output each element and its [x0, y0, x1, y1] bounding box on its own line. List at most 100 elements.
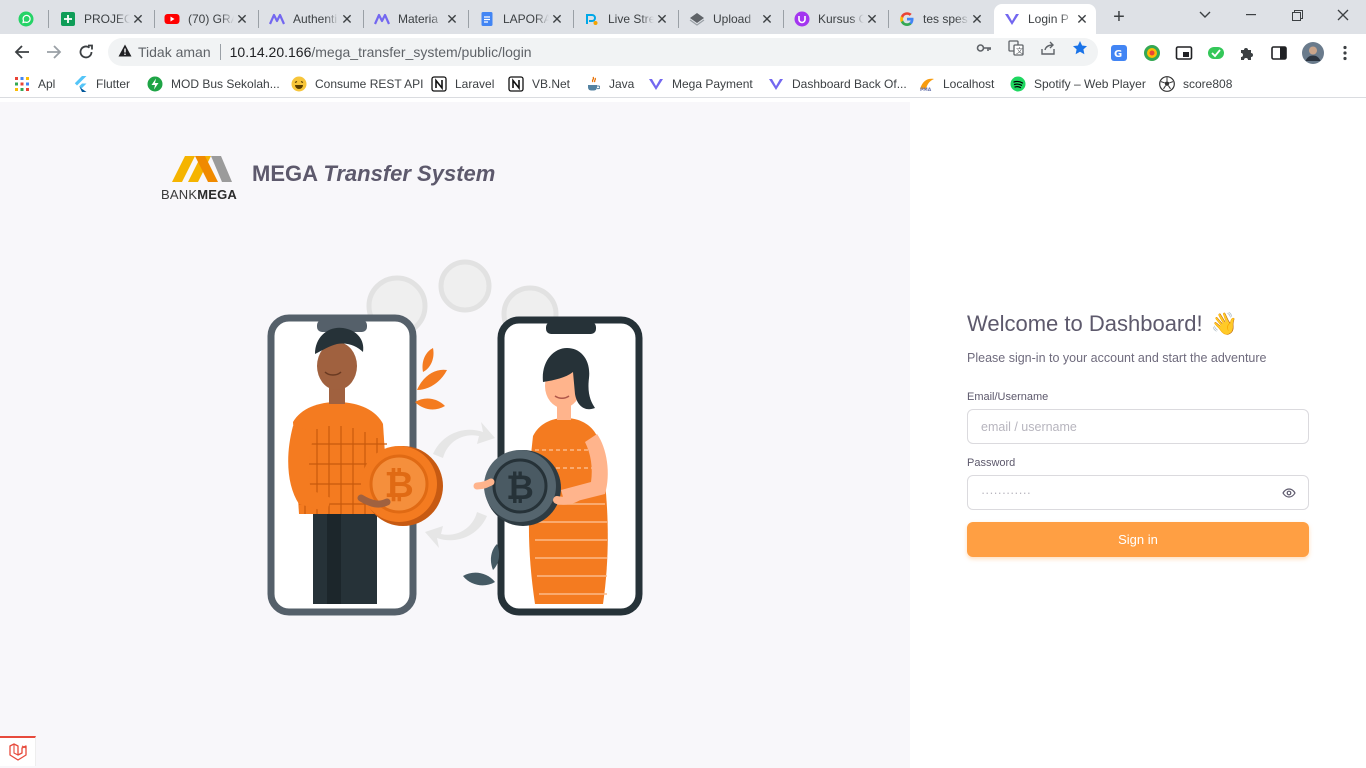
laravel-debugbar-toggle[interactable] — [0, 736, 36, 766]
close-icon[interactable]: ✕ — [1074, 11, 1090, 27]
tab-label: (70) GRA — [188, 12, 234, 26]
laravel-icon — [8, 743, 27, 761]
mega-logo-icon — [269, 11, 285, 27]
tab-label: PROJECT — [84, 12, 130, 26]
spotify-icon — [1010, 76, 1026, 92]
browser-toolbar: Tidak aman 10.14.20.166/mega_transfer_sy… — [0, 34, 1366, 70]
bookmark-consume-rest-api[interactable]: Consume REST API — [291, 75, 424, 93]
bookmark-mega-payment[interactable]: Mega Payment — [648, 75, 753, 93]
tab-whatsapp[interactable] — [8, 4, 46, 34]
close-icon[interactable]: ✕ — [549, 11, 565, 27]
chrome-color-extension-icon[interactable] — [1143, 44, 1161, 62]
bookmark-apps[interactable]: Apl — [14, 75, 55, 93]
tab-materia[interactable]: Materia ✕ — [364, 4, 466, 34]
password-label: Password — [967, 457, 1016, 469]
sign-in-button[interactable]: Sign in — [967, 522, 1309, 557]
tab-laporan[interactable]: LAPORAN ✕ — [469, 4, 571, 34]
profile-avatar[interactable] — [1302, 42, 1324, 64]
google-icon — [899, 11, 915, 27]
tab-project[interactable]: PROJECT ✕ — [50, 4, 152, 34]
address-bar[interactable]: Tidak aman 10.14.20.166/mega_transfer_sy… — [108, 38, 1098, 66]
crypto-transfer-illustration: ₿ ₿ — [267, 259, 643, 616]
bookmark-dashboard-back-office[interactable]: Dashboard Back Of... — [768, 75, 907, 93]
bookmark-label: Spotify – Web Player — [1034, 77, 1146, 91]
tab-upload[interactable]: Upload ✕ — [679, 4, 781, 34]
logo-wordmark: BANKMEGA — [161, 187, 237, 202]
close-icon[interactable]: ✕ — [130, 11, 146, 27]
url-path: /mega_transfer_system/public/login — [311, 44, 532, 60]
bookmark-laravel[interactable]: Laravel — [431, 75, 494, 93]
bookmark-label: Flutter — [96, 77, 131, 91]
bookmark-localhost[interactable]: PMA Localhost — [919, 75, 994, 93]
vpn-extension-icon[interactable] — [1207, 44, 1225, 62]
chevron-down-icon — [1199, 11, 1211, 18]
close-icon[interactable]: ✕ — [969, 11, 985, 27]
chrome-menu-icon[interactable] — [1336, 44, 1354, 62]
soccer-ball-icon — [1159, 76, 1175, 92]
key-icon[interactable] — [976, 40, 992, 56]
close-icon[interactable]: ✕ — [654, 11, 670, 27]
translate-icon[interactable]: 文 — [1008, 40, 1024, 56]
tab-label: Materia — [398, 12, 439, 26]
tab-label: LAPORAN — [503, 12, 549, 26]
tab-kursus[interactable]: Kursus O ✕ — [784, 4, 886, 34]
bookmark-flutter[interactable]: Flutter — [72, 75, 130, 93]
restore-button[interactable] — [1274, 0, 1320, 30]
bookmark-vbnet[interactable]: VB.Net — [508, 75, 570, 93]
forward-button[interactable] — [40, 38, 68, 66]
whatsapp-icon — [18, 11, 34, 27]
bookmark-label: Localhost — [943, 77, 995, 91]
notion-icon — [431, 76, 447, 92]
star-icon[interactable] — [1072, 40, 1088, 56]
tab-login-active[interactable]: Login P ✕ — [994, 4, 1096, 34]
bookmark-java[interactable]: Java — [585, 75, 634, 93]
close-window-button[interactable] — [1320, 0, 1366, 30]
side-panel-icon[interactable] — [1270, 44, 1288, 62]
warning-icon[interactable] — [118, 44, 132, 60]
smiley-icon — [291, 76, 307, 92]
password-field[interactable] — [967, 475, 1309, 510]
back-button[interactable] — [8, 38, 36, 66]
reload-button[interactable] — [72, 38, 100, 66]
bookmark-mod-bus[interactable]: MOD Bus Sekolah... — [147, 75, 280, 93]
svg-text:G: G — [1114, 49, 1122, 60]
new-tab-button[interactable]: + — [1108, 6, 1130, 28]
email-field[interactable] — [967, 409, 1309, 444]
close-icon[interactable]: ✕ — [339, 11, 355, 27]
tab-separator — [48, 10, 49, 28]
close-icon[interactable]: ✕ — [864, 11, 880, 27]
google-docs-icon — [479, 11, 495, 27]
stream-icon — [584, 11, 600, 27]
mega-logo-icon — [172, 156, 232, 182]
google-sheets-icon — [60, 11, 76, 27]
tab-label: Authenti — [293, 12, 338, 26]
eye-icon[interactable] — [1281, 485, 1297, 501]
welcome-subtitle: Please sign-in to your account and start… — [967, 351, 1267, 365]
tab-live-stream[interactable]: Live Stre ✕ — [574, 4, 676, 34]
logo-text-mega: MEGA — [197, 187, 238, 202]
tab-authentication[interactable]: Authenti ✕ — [259, 4, 361, 34]
flutter-icon — [72, 76, 88, 92]
url-host: 10.14.20.166 — [229, 44, 312, 60]
arrow-left-icon — [14, 45, 29, 59]
app-title: MEGA Transfer System — [252, 161, 495, 187]
tab-youtube[interactable]: (70) GRA ✕ — [154, 4, 256, 34]
share-icon[interactable] — [1040, 40, 1056, 56]
picture-in-picture-icon[interactable] — [1175, 44, 1193, 62]
bookmark-label: Apl — [38, 77, 56, 91]
tab-tes-spesifikasi[interactable]: tes spes ✕ — [889, 4, 991, 34]
google-translate-extension-icon[interactable]: G — [1110, 44, 1128, 62]
close-icon[interactable]: ✕ — [759, 11, 775, 27]
minimize-button[interactable] — [1228, 0, 1274, 30]
notion-icon — [508, 76, 524, 92]
mega-logo-icon — [374, 11, 390, 27]
bolt-icon — [147, 76, 163, 92]
close-icon[interactable]: ✕ — [234, 11, 250, 27]
bookmark-score808[interactable]: score808 — [1159, 75, 1232, 93]
tab-search-button[interactable] — [1182, 0, 1228, 30]
security-label[interactable]: Tidak aman — [138, 44, 211, 60]
bookmark-spotify[interactable]: Spotify – Web Player — [1010, 75, 1146, 93]
close-icon[interactable]: ✕ — [444, 11, 460, 27]
bookmarks-bar: Apl Flutter MOD Bus Sekolah... Consume R… — [0, 70, 1366, 98]
puzzle-icon[interactable] — [1238, 44, 1256, 62]
